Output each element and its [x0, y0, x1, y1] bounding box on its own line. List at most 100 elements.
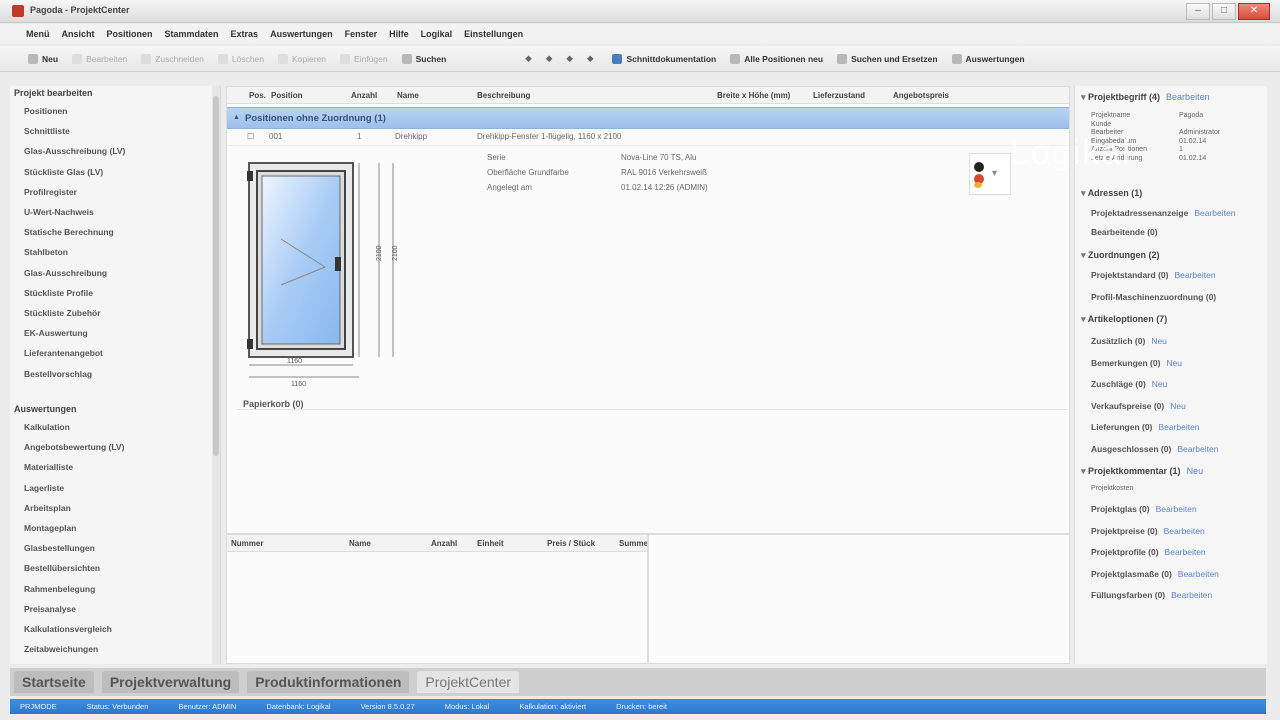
- column-header[interactable]: Position: [271, 91, 303, 100]
- panel-heading[interactable]: ▾ Artikeloptionen (7): [1081, 314, 1167, 325]
- details-column-header[interactable]: Anzahl: [431, 539, 457, 548]
- sidebar-item[interactable]: Kalkulationsvergleich: [24, 624, 112, 634]
- collapse-icon[interactable]: ▲: [233, 114, 240, 121]
- panel-item-link[interactable]: Bearbeiten: [1177, 444, 1218, 454]
- sidebar-item[interactable]: Materialliste: [24, 462, 73, 472]
- details-column-header[interactable]: Preis / Stück: [547, 539, 595, 548]
- panel-link[interactable]: Bearbeiten: [1166, 92, 1210, 102]
- module-tab-0[interactable]: Startseite: [14, 671, 94, 693]
- sidebar-item[interactable]: Stückliste Zubehör: [24, 308, 101, 318]
- panel-item[interactable]: Zuschläge (0) Neu: [1091, 379, 1167, 389]
- sidebar-item[interactable]: Positionen: [24, 106, 67, 116]
- panel-item[interactable]: Projektglas (0) Bearbeiten: [1091, 504, 1197, 514]
- menu-item-8[interactable]: Logikal: [421, 29, 453, 39]
- panel-heading[interactable]: ▾ Projektkommentar (1) Neu: [1081, 466, 1203, 477]
- panel-link[interactable]: Neu: [1187, 466, 1204, 476]
- menu-item-7[interactable]: Hilfe: [389, 29, 409, 39]
- sidebar-item[interactable]: Arbeitsplan: [24, 503, 71, 513]
- sidebar-item[interactable]: Profilregister: [24, 187, 77, 197]
- sidebar-section-1[interactable]: Auswertungen: [14, 404, 77, 414]
- panel-item[interactable]: Projektpreise (0) Bearbeiten: [1091, 526, 1205, 536]
- sidebar-item[interactable]: U-Wert-Nachweis: [24, 207, 94, 217]
- toolbar-button-0[interactable]: Neu: [28, 53, 58, 64]
- toolbar-button-6[interactable]: Suchen: [401, 53, 446, 64]
- collapse-arrow-icon[interactable]: ▾: [1081, 188, 1088, 198]
- sidebar-item[interactable]: Glas-Ausschreibung (LV): [24, 146, 125, 156]
- toolbar-right-button-2[interactable]: Suchen und Ersetzen: [837, 53, 938, 64]
- minimize-button[interactable]: –: [1186, 3, 1210, 20]
- toolbar-right-button-3[interactable]: Auswertungen: [951, 53, 1025, 64]
- sidebar-item[interactable]: Glasbestellungen: [24, 543, 95, 553]
- collapse-arrow-icon[interactable]: ▾: [1081, 92, 1088, 102]
- menu-item-6[interactable]: Fenster: [345, 29, 378, 39]
- panel-splitter[interactable]: [647, 535, 649, 663]
- panel-item[interactable]: Projektstandard (0) Bearbeiten: [1091, 270, 1216, 280]
- toolbar-button-5[interactable]: Einfügen: [340, 53, 388, 64]
- menu-item-0[interactable]: Menü: [26, 29, 50, 39]
- module-tab-2[interactable]: Produktinformationen: [247, 671, 410, 693]
- sidebar-scrollbar[interactable]: [212, 86, 220, 664]
- sidebar-section-0[interactable]: Projekt bearbeiten: [14, 88, 93, 98]
- panel-item[interactable]: Lieferungen (0) Bearbeiten: [1091, 422, 1200, 432]
- sidebar-item[interactable]: Preisanalyse: [24, 604, 76, 614]
- toolbar-right-button-0[interactable]: Schnittdokumentation: [612, 53, 716, 64]
- sidebar-item[interactable]: Bestellvorschlag: [24, 369, 92, 379]
- sidebar-item[interactable]: Lagerliste: [24, 483, 64, 493]
- row-checkbox[interactable]: ☐: [247, 132, 254, 141]
- panel-heading[interactable]: ▾ Projektbegriff (4) Bearbeiten: [1081, 92, 1210, 103]
- menu-item-2[interactable]: Positionen: [107, 29, 153, 39]
- toolbar-button-2[interactable]: Zuschneiden: [141, 53, 204, 64]
- panel-item-link[interactable]: Bearbeiten: [1194, 208, 1235, 218]
- sidebar-item[interactable]: Schnittliste: [24, 126, 70, 136]
- panel-item-link[interactable]: Bearbeiten: [1174, 270, 1215, 280]
- panel-item-link[interactable]: Neu: [1166, 358, 1182, 368]
- menu-item-1[interactable]: Ansicht: [62, 29, 95, 39]
- column-header[interactable]: Beschreibung: [477, 91, 530, 100]
- table-row[interactable]: ☐ 001 1 Drehkipp Drehkipp-Fenster 1-flüg…: [227, 129, 1069, 146]
- sidebar-item[interactable]: Bestellübersichten: [24, 563, 100, 573]
- column-header[interactable]: Anzahl: [351, 91, 377, 100]
- panel-heading[interactable]: ▾ Adressen (1): [1081, 188, 1142, 199]
- trash-section-label[interactable]: Papierkorb (0): [243, 399, 304, 409]
- menu-item-4[interactable]: Extras: [231, 29, 259, 39]
- column-header[interactable]: Breite x Höhe (mm): [717, 91, 790, 100]
- panel-item[interactable]: Projektglasmaße (0) Bearbeiten: [1091, 569, 1219, 579]
- sidebar-item[interactable]: Kalkulation: [24, 422, 70, 432]
- group-row[interactable]: ▲ Positionen ohne Zuordnung (1): [227, 107, 1069, 129]
- panel-item-link[interactable]: Bearbeiten: [1156, 504, 1197, 514]
- details-column-header[interactable]: Nummer: [231, 539, 263, 548]
- column-header[interactable]: Pos.: [249, 91, 266, 100]
- panel-heading[interactable]: ▾ Zuordnungen (2): [1081, 250, 1160, 261]
- toolbar-button-1[interactable]: Bearbeiten: [72, 53, 127, 64]
- sidebar-item[interactable]: Stückliste Profile: [24, 288, 93, 298]
- module-tab-3[interactable]: ProjektCenter: [417, 671, 520, 693]
- sidebar-item[interactable]: Statische Berechnung: [24, 227, 114, 237]
- dropdown-icon[interactable]: ▾: [992, 168, 997, 179]
- sidebar-item[interactable]: Montageplan: [24, 523, 76, 533]
- module-tab-1[interactable]: Projektverwaltung: [101, 671, 240, 693]
- panel-item[interactable]: Ausgeschlossen (0) Bearbeiten: [1091, 444, 1218, 454]
- column-header[interactable]: Name: [397, 91, 419, 100]
- details-column-header[interactable]: Summe: [619, 539, 648, 548]
- sidebar-item[interactable]: Stückliste Glas (LV): [24, 167, 103, 177]
- menu-item-3[interactable]: Stammdaten: [165, 29, 219, 39]
- panel-item-link[interactable]: Bearbeiten: [1165, 547, 1206, 557]
- collapse-arrow-icon[interactable]: ▾: [1081, 314, 1088, 324]
- details-column-header[interactable]: Name: [349, 539, 371, 548]
- panel-item-link[interactable]: Neu: [1151, 336, 1167, 346]
- close-button[interactable]: ✕: [1238, 3, 1270, 20]
- panel-item-link[interactable]: Neu: [1170, 401, 1186, 411]
- panel-item-link[interactable]: Bearbeiten: [1158, 422, 1199, 432]
- collapse-arrow-icon[interactable]: ▾: [1081, 250, 1088, 260]
- details-column-header[interactable]: Einheit: [477, 539, 504, 548]
- sidebar-item[interactable]: Rahmenbelegung: [24, 584, 95, 594]
- panel-item[interactable]: Profil-Maschinenzuordnung (0): [1091, 292, 1216, 302]
- panel-item[interactable]: Zusätzlich (0) Neu: [1091, 336, 1167, 346]
- panel-item-link[interactable]: Bearbeiten: [1171, 590, 1212, 600]
- panel-item-link[interactable]: Bearbeiten: [1178, 569, 1219, 579]
- nav-arrow-icon[interactable]: ◆: [546, 53, 553, 64]
- panel-item[interactable]: Projektprofile (0) Bearbeiten: [1091, 547, 1206, 557]
- sidebar-item[interactable]: Zeitabweichungen: [24, 644, 98, 654]
- toolbar-button-4[interactable]: Kopieren: [278, 53, 326, 64]
- sidebar-item[interactable]: Angebotsbewertung (LV): [24, 442, 124, 452]
